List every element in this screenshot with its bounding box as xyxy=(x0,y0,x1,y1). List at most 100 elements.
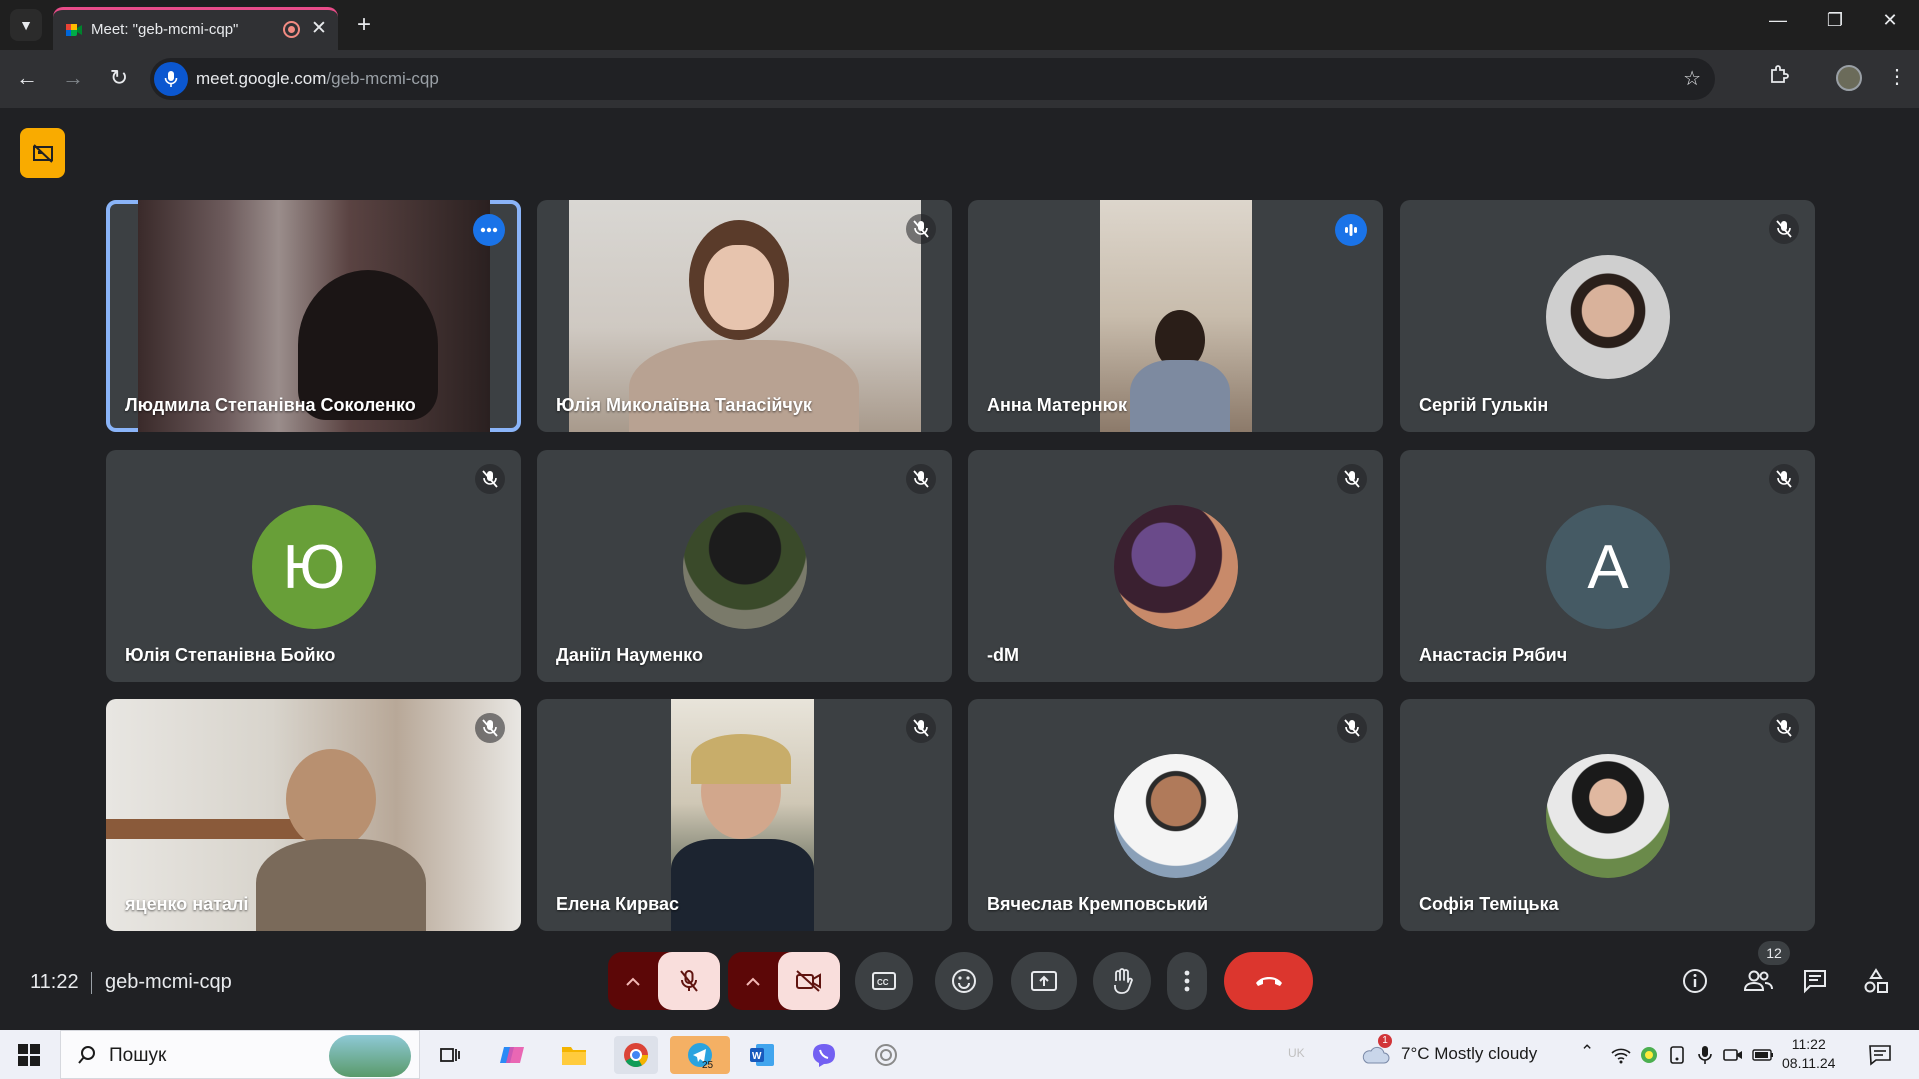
viber-icon[interactable] xyxy=(802,1036,846,1074)
battery-icon[interactable] xyxy=(1748,1036,1778,1074)
activities-icon[interactable] xyxy=(1858,963,1894,999)
more-options-icon[interactable] xyxy=(473,214,505,246)
profile-avatar[interactable] xyxy=(1836,65,1862,91)
svg-text:W: W xyxy=(752,1051,762,1062)
mic-muted-icon xyxy=(475,713,505,743)
url-host: meet.google.com xyxy=(196,69,327,88)
close-window-icon[interactable]: ✕ xyxy=(1870,10,1910,31)
audio-options-chevron-icon[interactable] xyxy=(608,952,658,1010)
captions-button[interactable]: CC xyxy=(855,952,913,1010)
participant-tile[interactable]: Софія Теміцька xyxy=(1400,699,1815,931)
participant-tile[interactable]: Вячеслав Кремповський xyxy=(968,699,1383,931)
mic-muted-icon xyxy=(906,214,936,244)
tab-close-icon[interactable]: ✕ xyxy=(311,17,327,40)
show-hidden-icons-icon[interactable]: ⌃ xyxy=(1580,1042,1594,1062)
participant-name: Анна Матернюк xyxy=(987,395,1128,415)
restore-icon[interactable]: ❐ xyxy=(1815,10,1855,31)
closed-captions-icon: CC xyxy=(872,972,896,990)
participant-name: Людмила Степанівна Соколенко xyxy=(125,395,416,415)
bookmark-star-icon[interactable]: ☆ xyxy=(1683,66,1701,91)
recorder-icon[interactable] xyxy=(864,1036,908,1074)
clock-date: 08.11.24 xyxy=(1782,1055,1836,1071)
mic-control-group xyxy=(608,952,720,1010)
mic-muted-icon xyxy=(906,464,936,494)
taskbar-search[interactable]: Пошук xyxy=(60,1030,420,1079)
recording-icon xyxy=(283,21,300,38)
browser-menu-icon[interactable]: ⋮ xyxy=(1887,64,1907,89)
copilot-icon[interactable] xyxy=(490,1036,534,1074)
svg-text:CC: CC xyxy=(877,978,889,987)
browser-tab-strip: ▼ Meet: "geb-mcmi-cqp" ✕ + — ❐ ✕ xyxy=(0,0,1919,50)
participant-name: Даніїл Науменко xyxy=(556,645,703,665)
participant-tile[interactable]: А Анастасія Рябич xyxy=(1400,450,1815,682)
participant-tile[interactable]: Сергій Гулькін xyxy=(1400,200,1815,432)
weather-text[interactable]: 7°C Mostly cloudy xyxy=(1401,1044,1537,1064)
minimize-icon[interactable]: — xyxy=(1758,10,1798,31)
weather-icon[interactable]: 1 xyxy=(1358,1034,1392,1074)
security-icon[interactable] xyxy=(1636,1036,1662,1074)
camera-off-indicator-icon[interactable] xyxy=(20,128,65,178)
participant-tile[interactable]: яценко наталі xyxy=(106,699,521,931)
speaking-indicator-icon xyxy=(1335,214,1367,246)
participant-name: Вячеслав Кремповський xyxy=(987,894,1209,914)
word-icon[interactable]: W xyxy=(740,1036,784,1074)
participant-name: Сергій Гулькін xyxy=(1419,395,1549,415)
raise-hand-button[interactable] xyxy=(1093,952,1151,1010)
video-options-chevron-icon[interactable] xyxy=(728,952,778,1010)
chat-icon[interactable] xyxy=(1797,963,1833,999)
camera-tray-icon[interactable] xyxy=(1720,1036,1746,1074)
tab-search-dropdown[interactable]: ▼ xyxy=(10,9,42,41)
extensions-icon[interactable] xyxy=(1768,64,1790,92)
participant-tile[interactable]: Юлія Миколаївна Танасійчук xyxy=(537,200,952,432)
task-view-icon[interactable] xyxy=(428,1036,472,1074)
search-placeholder: Пошук xyxy=(109,1045,167,1066)
mic-muted-icon xyxy=(906,713,936,743)
device-icon[interactable] xyxy=(1664,1036,1690,1074)
windows-start-icon[interactable] xyxy=(18,1044,40,1066)
present-screen-button[interactable] xyxy=(1011,952,1077,1010)
people-icon[interactable] xyxy=(1738,963,1778,999)
more-options-button[interactable] xyxy=(1167,952,1207,1010)
reactions-button[interactable] xyxy=(935,952,993,1010)
leave-call-button[interactable] xyxy=(1224,952,1313,1010)
network-icon[interactable] xyxy=(1608,1036,1634,1074)
mic-muted-icon xyxy=(1337,713,1367,743)
participant-name: Юлія Миколаївна Танасійчук xyxy=(556,395,812,415)
mic-permission-icon[interactable] xyxy=(154,62,188,96)
input-language[interactable]: UK xyxy=(1288,1046,1305,1060)
participant-tile[interactable]: Людмила Степанівна Соколенко xyxy=(106,200,521,432)
chrome-taskbar-icon[interactable] xyxy=(614,1036,658,1074)
participant-tile[interactable]: Даніїл Науменко xyxy=(537,450,952,682)
participant-avatar-photo xyxy=(1546,255,1670,379)
url-text: meet.google.com/geb-mcmi-cqp xyxy=(196,69,439,89)
mic-toggle-button[interactable] xyxy=(658,952,720,1010)
back-icon[interactable]: ← xyxy=(12,65,42,91)
browser-toolbar: ← → ↻ meet.google.com/geb-mcmi-cqp ☆ ⋮ xyxy=(0,50,1919,108)
tab-title: Meet: "geb-mcmi-cqp" xyxy=(91,21,239,38)
forward-icon[interactable]: → xyxy=(58,65,88,91)
meeting-details-icon[interactable] xyxy=(1677,963,1713,999)
divider xyxy=(91,972,92,994)
system-clock[interactable]: 11:22 08.11.24 xyxy=(1782,1035,1835,1073)
participant-name: Анастасія Рябич xyxy=(1419,645,1568,665)
meeting-time: 11:22 xyxy=(30,971,79,993)
participant-tile[interactable]: Елена Кирвас xyxy=(537,699,952,931)
notification-center-icon[interactable] xyxy=(1860,1036,1900,1074)
participant-tile[interactable]: Ю Юлія Степанівна Бойко xyxy=(106,450,521,682)
new-tab-button[interactable]: + xyxy=(348,9,380,41)
participant-avatar-photo xyxy=(1114,754,1238,878)
mic-off-icon xyxy=(680,970,698,992)
file-explorer-icon[interactable] xyxy=(552,1036,596,1074)
microphone-tray-icon[interactable] xyxy=(1692,1036,1718,1074)
reload-icon[interactable]: ↻ xyxy=(104,65,134,91)
telegram-taskbar-icon[interactable]: 25 xyxy=(670,1036,730,1074)
participant-tile[interactable]: -dM xyxy=(968,450,1383,682)
participant-avatar-photo xyxy=(683,505,807,629)
address-bar[interactable]: meet.google.com/geb-mcmi-cqp ☆ xyxy=(150,58,1715,100)
meeting-code: geb-mcmi-cqp xyxy=(105,971,232,993)
mic-muted-icon xyxy=(1769,214,1799,244)
browser-tab-meet[interactable]: Meet: "geb-mcmi-cqp" ✕ xyxy=(53,7,338,50)
participant-tile[interactable]: Анна Матернюк xyxy=(968,200,1383,432)
camera-toggle-button[interactable] xyxy=(778,952,840,1010)
participant-name: Юлія Степанівна Бойко xyxy=(125,645,336,665)
